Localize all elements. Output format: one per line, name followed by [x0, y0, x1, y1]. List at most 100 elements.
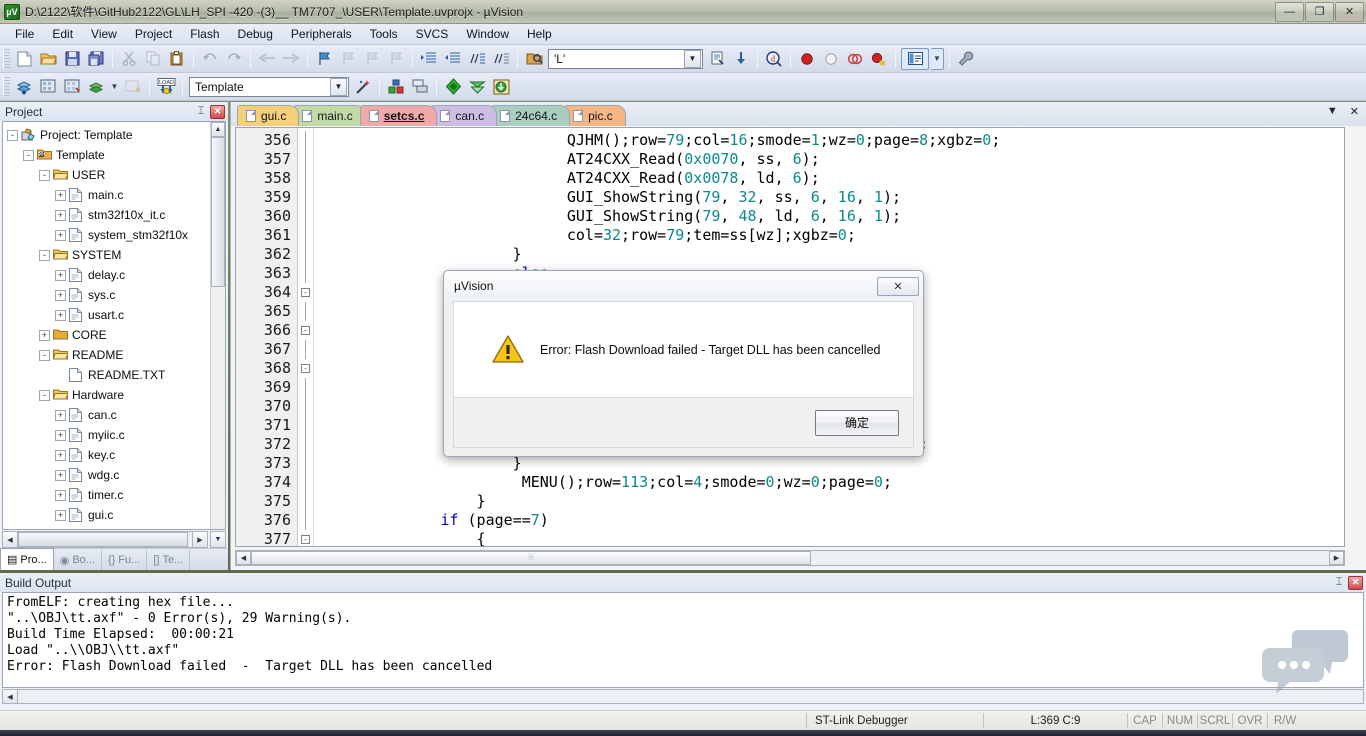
expand-icon[interactable]: + [55, 270, 66, 281]
hscroll-thumb[interactable] [18, 532, 188, 547]
tree-item-usart.c[interactable]: +usart.c [7, 305, 210, 325]
menu-svcs[interactable]: SVCS [407, 25, 458, 43]
fold-toggle-icon[interactable]: - [298, 530, 313, 547]
editor-tab-pic-c[interactable]: pic.c [564, 105, 626, 126]
build-output-hscrollbar[interactable]: ◀ [2, 689, 1364, 704]
toolbar-grip[interactable] [3, 77, 10, 97]
collapse-icon[interactable]: - [39, 350, 50, 361]
target-options-icon[interactable] [442, 76, 464, 98]
tree-item-sys.c[interactable]: +sys.c [7, 285, 210, 305]
fold-toggle-icon[interactable]: - [298, 359, 313, 378]
target-select[interactable]: Template ▼ [189, 77, 349, 97]
menu-file[interactable]: File [6, 25, 43, 43]
save-all-icon[interactable] [85, 48, 107, 70]
open-file-icon[interactable] [37, 48, 59, 70]
pin-icon[interactable]: ⌶ [194, 105, 208, 119]
expand-icon[interactable]: + [39, 330, 50, 341]
close-icon[interactable]: ✕ [210, 105, 225, 119]
expand-icon[interactable]: + [55, 410, 66, 421]
bookmark-next-icon[interactable] [361, 48, 383, 70]
chevron-down-icon[interactable]: ▼ [684, 50, 701, 68]
tree-item-system_stm32f10x[interactable]: +system_stm32f10x [7, 225, 210, 245]
browse-symbols-icon[interactable] [706, 48, 728, 70]
fold-toggle-icon[interactable]: - [298, 283, 313, 302]
dialog-ok-button[interactable]: 确定 [815, 410, 899, 436]
download-icon[interactable]: LOAD [155, 76, 177, 98]
tree-item-key.c[interactable]: +key.c [7, 445, 210, 465]
batch-build-icon[interactable] [61, 76, 83, 98]
dialog-close-button[interactable]: ✕ [877, 277, 919, 296]
bookmark-prev-icon[interactable] [337, 48, 359, 70]
expand-icon[interactable]: + [55, 190, 66, 201]
window-layout-dropdown-icon[interactable]: ▼ [931, 48, 944, 70]
tree-item-hardware[interactable]: -Hardware [7, 385, 210, 405]
tree-item-core[interactable]: +CORE [7, 325, 210, 345]
tab-project[interactable]: ▤ Pro... [0, 548, 54, 570]
tree-item-template[interactable]: -Template [7, 145, 210, 165]
window-layout-icon[interactable] [901, 48, 929, 70]
expand-icon[interactable]: + [55, 510, 66, 521]
project-tree-hscrollbar[interactable]: ◀ ▶ ▼ [2, 531, 226, 548]
expand-icon[interactable]: + [55, 430, 66, 441]
multi-project-icon[interactable] [409, 76, 431, 98]
scroll-dropdown-icon[interactable]: ▼ [210, 531, 226, 548]
tree-item-user[interactable]: -USER [7, 165, 210, 185]
windows-taskbar[interactable] [0, 730, 1366, 736]
scroll-right-icon[interactable]: ▶ [192, 531, 208, 548]
hscroll-thumb[interactable]: ⦙⦙⦙ [251, 551, 811, 565]
tree-item-system[interactable]: -SYSTEM [7, 245, 210, 265]
uncomment-icon[interactable] [490, 48, 512, 70]
bookmark-clear-icon[interactable] [385, 48, 407, 70]
menu-tools[interactable]: Tools [361, 25, 407, 43]
paste-icon[interactable] [166, 48, 188, 70]
bookmark-toggle-icon[interactable] [313, 48, 335, 70]
indent-icon[interactable] [418, 48, 440, 70]
scroll-up-icon[interactable]: ▲ [211, 122, 225, 137]
tree-item-timer.c[interactable]: +timer.c [7, 485, 210, 505]
tree-item-delay.c[interactable]: +delay.c [7, 265, 210, 285]
expand-icon[interactable]: + [55, 490, 66, 501]
editor-tab-main-c[interactable]: main.c [293, 105, 365, 126]
chevron-down-icon[interactable]: ▼ [330, 78, 347, 96]
project-tree[interactable]: -Project: Template-Template-USER+main.c+… [3, 122, 210, 529]
editor-tab-can-c[interactable]: can.c [431, 105, 497, 126]
cut-icon[interactable] [118, 48, 140, 70]
menu-flash[interactable]: Flash [181, 25, 228, 43]
collapse-icon[interactable]: - [39, 250, 50, 261]
tree-item-wdg.c[interactable]: +wdg.c [7, 465, 210, 485]
expand-icon[interactable]: + [55, 290, 66, 301]
symbol-search-value[interactable]: 'L' [549, 52, 683, 66]
tree-item-project--template[interactable]: -Project: Template [7, 125, 210, 145]
scroll-right-icon[interactable]: ▶ [1329, 551, 1344, 565]
insert-breakpoint-icon[interactable] [796, 48, 818, 70]
menu-edit[interactable]: Edit [43, 25, 82, 43]
redo-icon[interactable] [223, 48, 245, 70]
utilities-icon[interactable] [955, 48, 977, 70]
save-icon[interactable] [61, 48, 83, 70]
disable-all-breakpoints-icon[interactable] [844, 48, 866, 70]
collapse-icon[interactable]: - [39, 170, 50, 181]
build-icon[interactable] [13, 76, 35, 98]
tree-item-readme.txt[interactable]: README.TXT [7, 365, 210, 385]
expand-icon[interactable]: + [55, 310, 66, 321]
menu-peripherals[interactable]: Peripherals [282, 25, 361, 43]
disable-breakpoint-icon[interactable] [820, 48, 842, 70]
scroll-left-icon[interactable]: ◀ [3, 690, 18, 703]
expand-icon[interactable]: + [55, 230, 66, 241]
chevron-down-icon[interactable]: ▼ [109, 76, 120, 98]
configure-flash-icon[interactable] [466, 76, 488, 98]
editor-tab-24c64-c[interactable]: 24c64.c [491, 105, 570, 126]
stop-build-icon[interactable] [122, 76, 144, 98]
tree-item-readme[interactable]: -README [7, 345, 210, 365]
navigate-forward-icon[interactable] [280, 48, 302, 70]
magic-wand-icon[interactable] [352, 76, 374, 98]
editor-tab-setcs-c[interactable]: setcs.c [360, 105, 438, 126]
tree-item-myiic.c[interactable]: +myiic.c [7, 425, 210, 445]
copy-icon[interactable] [142, 48, 164, 70]
new-file-icon[interactable] [13, 48, 35, 70]
find-in-files-icon[interactable] [523, 48, 545, 70]
manage-components-icon[interactable] [385, 76, 407, 98]
menu-project[interactable]: Project [126, 25, 181, 43]
tree-item-can.c[interactable]: +can.c [7, 405, 210, 425]
restore-button[interactable]: ❐ [1305, 2, 1334, 22]
